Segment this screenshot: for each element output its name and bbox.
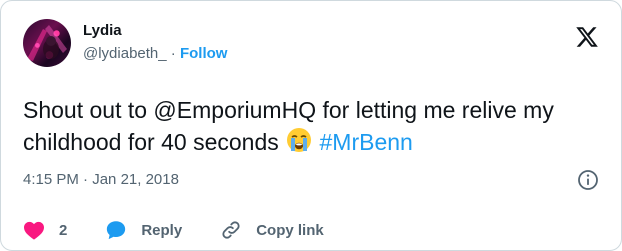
author-handle[interactable]: @lydiabeth_ (83, 45, 167, 62)
tweet-header: Lydia @lydiabeth_ · Follow (23, 19, 227, 67)
tweet-meta: 4:15 PM · Jan 21, 2018 (23, 171, 179, 188)
author-name[interactable]: Lydia (83, 22, 227, 41)
tweet-card: Lydia @lydiabeth_ · Follow Shout out to … (0, 0, 622, 251)
heart-icon (24, 221, 44, 240)
loudly-crying-face-icon (285, 126, 313, 162)
tweet-date[interactable]: Jan 21, 2018 (92, 171, 179, 188)
copy-link-label: Copy link (256, 221, 324, 239)
follow-button[interactable]: Follow (180, 45, 228, 62)
reply-bubble-icon (107, 221, 126, 240)
x-logo-icon[interactable] (575, 25, 599, 49)
link-icon (222, 221, 240, 239)
tweet-time[interactable]: 4:15 PM (23, 171, 79, 188)
action-bar: 2 Reply Copy link (23, 219, 362, 241)
author-subline: @lydiabeth_ · Follow (83, 45, 227, 64)
like-button[interactable]: 2 (23, 220, 67, 240)
meta-separator: · (83, 171, 89, 188)
reply-label: Reply (141, 221, 183, 239)
info-icon[interactable] (577, 169, 599, 191)
hashtag-link[interactable]: #MrBenn (320, 129, 413, 155)
separator-dot: · (170, 45, 176, 62)
like-count: 2 (59, 221, 68, 239)
reply-button[interactable]: Reply (105, 219, 182, 241)
tweet-text: Shout out to @EmporiumHQ for letting me … (23, 95, 603, 162)
author-info: Lydia @lydiabeth_ · Follow (83, 22, 227, 64)
avatar[interactable] (23, 19, 71, 67)
copy-link-button[interactable]: Copy link (220, 219, 324, 241)
